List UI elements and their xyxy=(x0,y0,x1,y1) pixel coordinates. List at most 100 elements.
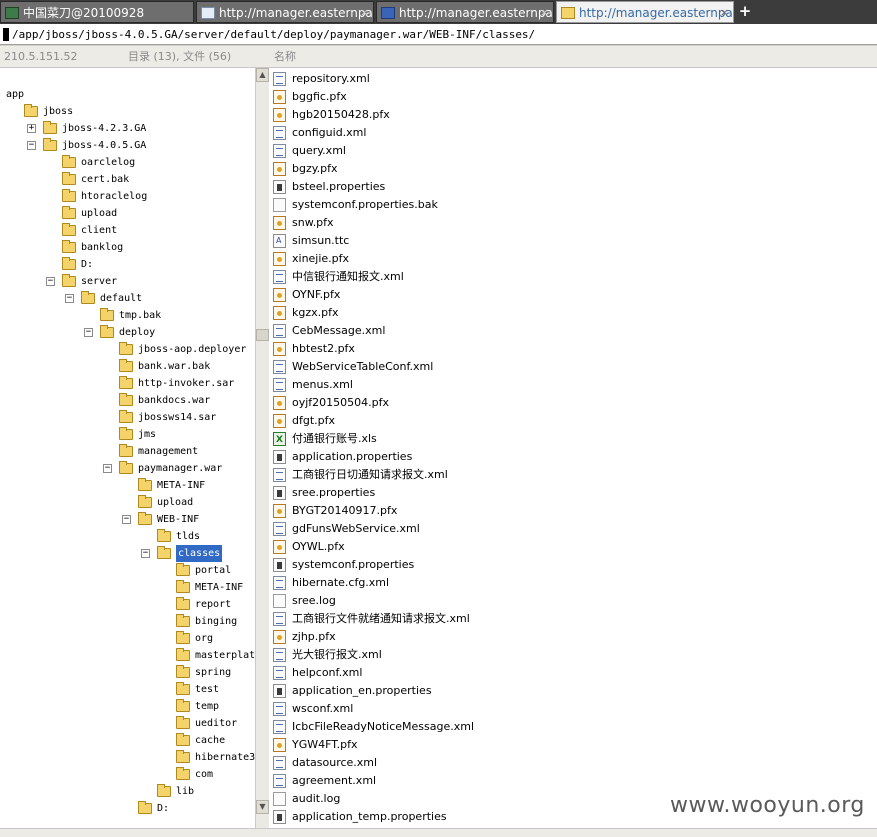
file-row[interactable]: hbtest2.pfx xyxy=(269,340,869,358)
file-name[interactable]: simsun.ttc xyxy=(292,232,349,250)
collapse-icon[interactable]: − xyxy=(122,515,131,524)
tree-item[interactable]: temp xyxy=(0,698,255,715)
tree-item[interactable]: upload xyxy=(0,205,255,222)
tree-item-label[interactable]: banklog xyxy=(81,239,123,256)
tree-item[interactable]: http-invoker.sar xyxy=(0,375,255,392)
tree-item-label[interactable]: jboss-4.2.3.GA xyxy=(62,120,146,137)
tree-item[interactable]: − deploy xyxy=(0,324,255,341)
tree-item[interactable]: − paymanager.war xyxy=(0,460,255,477)
file-row[interactable]: 付通银行账号.xls xyxy=(269,430,869,449)
file-row[interactable]: bggfic.pfx xyxy=(269,88,869,106)
file-name[interactable]: gdFunsWebService.xml xyxy=(292,520,420,538)
tree-item[interactable]: report xyxy=(0,596,255,613)
tree-item-label[interactable]: org xyxy=(195,630,213,647)
file-name[interactable]: snw.pfx xyxy=(292,214,334,232)
file-row[interactable]: IcbcFileReadyNoticeMessage.xml xyxy=(269,718,869,736)
file-name[interactable]: bgzy.pfx xyxy=(292,160,338,178)
file-name[interactable]: agreement.xml xyxy=(292,772,376,790)
tree-scrollbar[interactable]: ▲ ▼ xyxy=(255,68,269,828)
file-name[interactable]: systemconf.properties.bak xyxy=(292,196,438,214)
tree-item[interactable]: jboss-aop.deployer xyxy=(0,341,255,358)
close-tab-icon[interactable]: × xyxy=(360,2,369,22)
tree-item-label[interactable]: WEB-INF xyxy=(157,511,199,528)
file-row[interactable]: WebServiceTableConf.xml xyxy=(269,358,869,376)
tree-item-label[interactable]: META-INF xyxy=(195,579,243,596)
file-row[interactable]: xinejie.pfx xyxy=(269,250,869,268)
tree-item-label[interactable]: cache xyxy=(195,732,225,749)
file-name[interactable]: OYNF.pfx xyxy=(292,286,340,304)
file-name[interactable]: 中信银行通知报文.xml xyxy=(292,268,404,286)
tree-item-label[interactable]: D: xyxy=(81,256,93,273)
file-row[interactable]: application.properties xyxy=(269,448,869,466)
file-name[interactable]: OYWL.pfx xyxy=(292,538,345,556)
tree-item-label[interactable]: server xyxy=(81,273,117,290)
tree-item[interactable]: upload xyxy=(0,494,255,511)
file-name[interactable]: query.xml xyxy=(292,142,346,160)
file-row[interactable]: systemconf.properties xyxy=(269,556,869,574)
file-row[interactable]: 工商银行日切通知请求报文.xml xyxy=(269,466,869,484)
tree-item-label[interactable]: tmp.bak xyxy=(119,307,161,324)
tree-item[interactable]: bankdocs.war xyxy=(0,392,255,409)
tree-item-label[interactable]: spring xyxy=(195,664,231,681)
file-row[interactable]: OYNF.pfx xyxy=(269,286,869,304)
tree-item[interactable]: oarclelog xyxy=(0,154,255,171)
file-row[interactable]: 光大银行报文.xml xyxy=(269,646,869,664)
file-name[interactable]: YGW4FT.pfx xyxy=(292,736,358,754)
tree-item-label[interactable]: jboss-4.0.5.GA xyxy=(62,137,146,154)
tree-item[interactable]: META-INF xyxy=(0,579,255,596)
file-row[interactable]: datasource.xml xyxy=(269,754,869,772)
tree-item-label[interactable]: ueditor xyxy=(195,715,237,732)
file-name[interactable]: application_temp.properties xyxy=(292,808,447,826)
file-name[interactable]: application_en.properties xyxy=(292,682,432,700)
file-row[interactable]: YGW4FT.pfx xyxy=(269,736,869,754)
expand-icon[interactable]: + xyxy=(27,124,36,133)
file-name[interactable]: bsteel.properties xyxy=(292,178,385,196)
file-name[interactable]: hibernate.cfg.xml xyxy=(292,574,389,592)
tree-item-label[interactable]: bank.war.bak xyxy=(138,358,210,375)
file-name[interactable]: 工商银行日切通知请求报文.xml xyxy=(292,466,448,484)
file-row[interactable]: sree.properties xyxy=(269,484,869,502)
file-row[interactable]: OYWL.pfx xyxy=(269,538,869,556)
tree-item[interactable]: masterplate xyxy=(0,647,255,664)
collapse-icon[interactable]: − xyxy=(27,141,36,150)
tree-item[interactable]: lib xyxy=(0,783,255,800)
tree-item-label[interactable]: lib xyxy=(176,783,194,800)
file-name[interactable]: WebServiceTableConf.xml xyxy=(292,358,433,376)
tree-item[interactable]: − WEB-INF xyxy=(0,511,255,528)
name-column-header[interactable]: 名称 xyxy=(274,46,296,67)
tree-item-label[interactable]: masterplate xyxy=(195,647,255,664)
file-name[interactable]: datasource.xml xyxy=(292,754,377,772)
file-row[interactable]: BYGT20140917.pfx xyxy=(269,502,869,520)
file-row[interactable]: systemconf.properties.bak xyxy=(269,196,869,214)
file-row[interactable]: snw.pfx xyxy=(269,214,869,232)
file-row[interactable]: gdFunsWebService.xml xyxy=(269,520,869,538)
tree-item[interactable]: jbossws14.sar xyxy=(0,409,255,426)
file-name[interactable]: CebMessage.xml xyxy=(292,322,385,340)
close-tab-icon[interactable]: × xyxy=(720,2,729,22)
tree-item-label[interactable]: jms xyxy=(138,426,156,443)
tree-item-label[interactable]: report xyxy=(195,596,231,613)
file-name[interactable]: wsconf.xml xyxy=(292,700,353,718)
file-row[interactable]: menus.xml xyxy=(269,376,869,394)
collapse-icon[interactable]: − xyxy=(46,277,55,286)
collapse-icon[interactable]: − xyxy=(141,549,150,558)
tree-item[interactable]: − server xyxy=(0,273,255,290)
tree-item[interactable]: tmp.bak xyxy=(0,307,255,324)
file-name[interactable]: dfgt.pfx xyxy=(292,412,335,430)
file-row[interactable]: helpconf.xml xyxy=(269,664,869,682)
tree-item[interactable]: cache xyxy=(0,732,255,749)
tree-item[interactable]: ueditor xyxy=(0,715,255,732)
file-name[interactable]: hbtest2.pfx xyxy=(292,340,355,358)
browser-tab[interactable]: http://manager.easternpay.co...× xyxy=(196,1,374,23)
tree-item-label[interactable]: jboss xyxy=(43,103,73,120)
file-name[interactable]: application.properties xyxy=(292,448,412,466)
file-row[interactable]: hibernate.cfg.xml xyxy=(269,574,869,592)
tree-item-label[interactable]: jbossws14.sar xyxy=(138,409,216,426)
collapse-icon[interactable]: − xyxy=(103,464,112,473)
tree-item-label[interactable]: tlds xyxy=(176,528,200,545)
file-name[interactable]: sree.properties xyxy=(292,484,375,502)
file-row[interactable]: application_en.properties xyxy=(269,682,869,700)
file-name[interactable]: IcbcFileReadyNoticeMessage.xml xyxy=(292,718,474,736)
tree-item-label[interactable]: bankdocs.war xyxy=(138,392,210,409)
tree-item[interactable]: hibernate3 xyxy=(0,749,255,766)
